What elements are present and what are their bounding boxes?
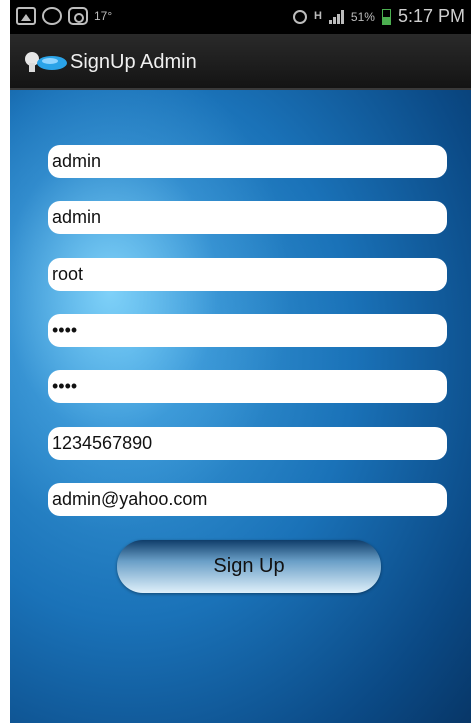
status-bar: 17° H 51% 5:17 PM (10, 0, 471, 34)
notification-icons: 17° (16, 7, 112, 25)
alarm-icon (292, 9, 307, 24)
signup-button[interactable]: Sign Up (117, 540, 381, 593)
signal-icon (328, 9, 344, 24)
instagram-icon (68, 7, 88, 25)
action-bar: SignUp Admin (10, 34, 471, 90)
page-title: SignUp Admin (70, 51, 197, 73)
phone-screen: 17° H 51% 5:17 PM SignUp Admin Sign (10, 0, 471, 723)
whatsapp-icon (42, 7, 62, 25)
temperature: 17° (94, 9, 113, 23)
username-field[interactable] (48, 258, 447, 291)
first-name-field[interactable] (48, 145, 447, 178)
last-name-field[interactable] (48, 201, 447, 234)
gallery-icon (16, 7, 36, 25)
confirm-password-field[interactable] (48, 370, 447, 403)
network-type: H (313, 10, 322, 22)
battery-icon (381, 8, 391, 25)
clock: 5:17 PM (397, 6, 465, 26)
password-field[interactable] (48, 314, 447, 347)
system-icons: H 51% 5:17 PM (292, 6, 465, 27)
app-logo-icon[interactable] (24, 51, 68, 73)
email-field[interactable] (48, 483, 447, 516)
phone-field[interactable] (48, 427, 447, 460)
battery-percent: 51% (350, 9, 375, 24)
signup-form: Sign Up (10, 90, 471, 723)
